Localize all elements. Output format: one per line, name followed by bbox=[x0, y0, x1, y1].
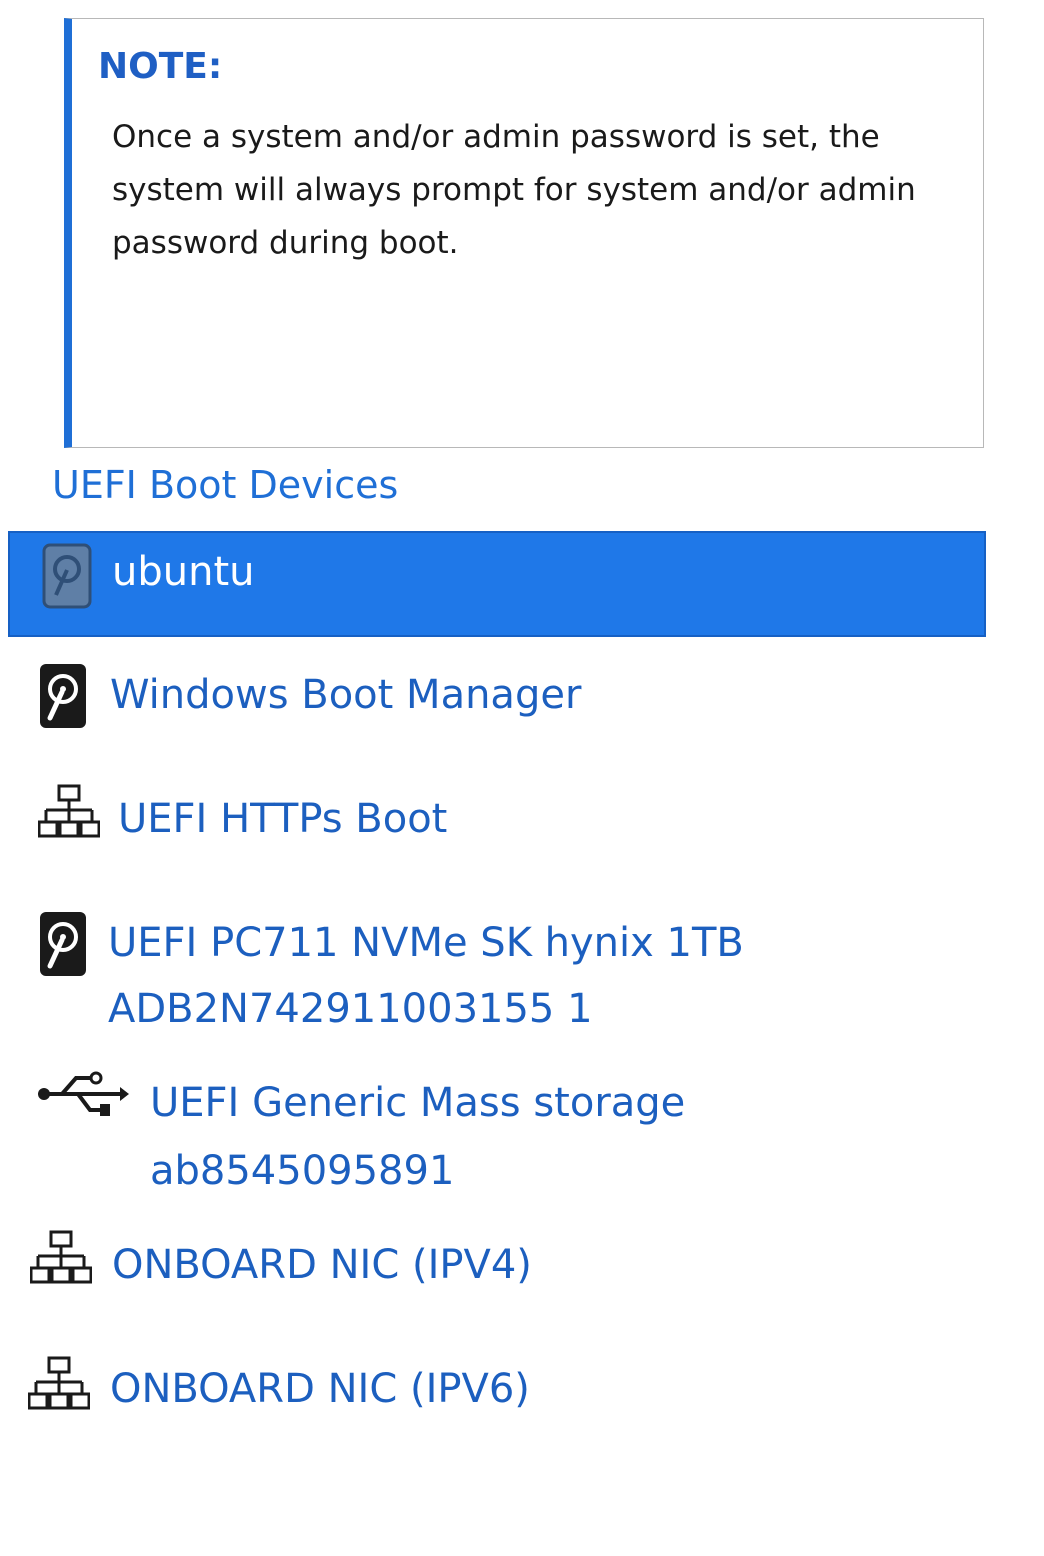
boot-item-label: ubuntu bbox=[112, 549, 255, 595]
boot-item-windows-boot-manager[interactable]: Windows Boot Manager bbox=[8, 650, 986, 750]
boot-item-uefi-nvme[interactable]: UEFI PC711 NVMe SK hynix 1TB ADB2N742911… bbox=[8, 904, 986, 1044]
hard-drive-icon bbox=[38, 662, 88, 734]
boot-device-list: ubuntu Windows Boot Manager UEFI HTTPs B… bbox=[0, 0, 1044, 1556]
network-icon bbox=[37, 784, 101, 844]
boot-item-label: ONBOARD NIC (IPV6) bbox=[110, 1366, 530, 1412]
hard-drive-icon bbox=[38, 910, 88, 982]
hard-drive-icon bbox=[42, 543, 92, 613]
boot-item-label: Windows Boot Manager bbox=[110, 672, 582, 718]
boot-item-onboard-nic-ipv4[interactable]: ONBOARD NIC (IPV4) bbox=[8, 1224, 986, 1314]
network-icon bbox=[27, 1356, 91, 1416]
boot-item-onboard-nic-ipv6[interactable]: ONBOARD NIC (IPV6) bbox=[8, 1350, 986, 1440]
boot-item-label-line2: ADB2N742911003155 1 bbox=[108, 986, 593, 1032]
boot-item-label-line2: ab8545095891 bbox=[150, 1148, 455, 1194]
boot-item-label: UEFI Generic Mass storage bbox=[150, 1080, 686, 1126]
boot-item-uefi-https-boot[interactable]: UEFI HTTPs Boot bbox=[8, 778, 986, 868]
boot-item-label: ONBOARD NIC (IPV4) bbox=[112, 1242, 532, 1288]
boot-item-ubuntu[interactable]: ubuntu bbox=[8, 531, 986, 637]
boot-item-label: UEFI PC711 NVMe SK hynix 1TB bbox=[108, 920, 744, 966]
usb-icon bbox=[36, 1070, 130, 1122]
network-icon bbox=[29, 1230, 93, 1290]
boot-item-uefi-usb-storage[interactable]: UEFI Generic Mass storage ab8545095891 bbox=[8, 1066, 986, 1206]
boot-item-label: UEFI HTTPs Boot bbox=[118, 796, 448, 842]
